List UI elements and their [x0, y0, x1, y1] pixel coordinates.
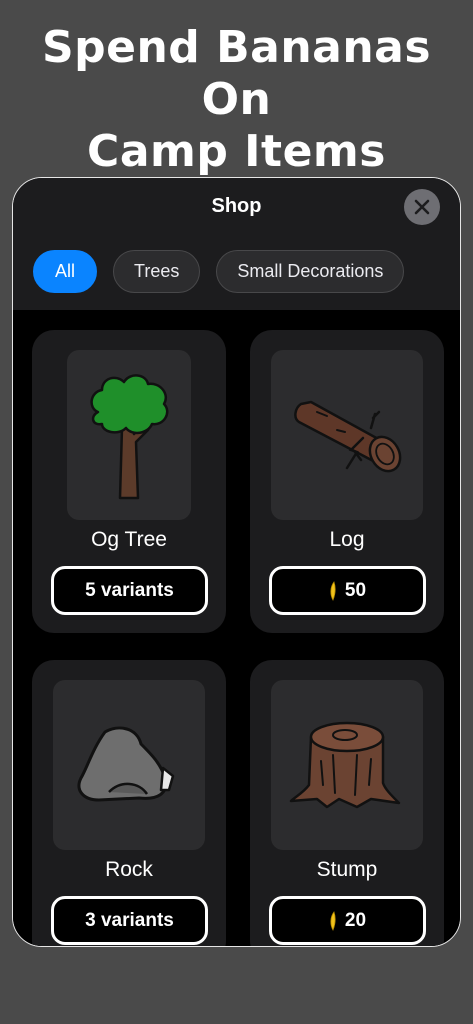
stump-icon [289, 721, 401, 809]
item-thumbnail [67, 350, 191, 520]
item-name: Rock [105, 858, 153, 881]
rock-icon [77, 726, 175, 802]
tab-small-decorations[interactable]: Small Decorations [216, 250, 405, 293]
close-button[interactable] [404, 189, 440, 225]
item-name: Og Tree [91, 528, 167, 551]
shop-title: Shop [211, 195, 262, 217]
tree-icon [90, 374, 169, 500]
shop-sheet: Shop All Trees Small Decorations Og Tree… [12, 177, 461, 947]
promo-headline: Spend Bananas On Camp Items [0, 22, 473, 178]
shop-header: Shop All Trees Small Decorations [13, 178, 460, 310]
item-card-stump[interactable]: Stump 20 [250, 660, 444, 946]
price-label: 20 [344, 909, 367, 931]
item-thumbnail [53, 680, 205, 850]
log-icon [294, 400, 402, 473]
item-thumbnail [271, 350, 423, 520]
item-card-og-tree[interactable]: Og Tree 5 variants [32, 330, 226, 633]
item-grid: Og Tree 5 variants Log 50 Rock 3 variant… [13, 310, 460, 946]
headline-line-2: Camp Items [87, 126, 386, 177]
close-x-icon [414, 199, 430, 215]
tab-trees[interactable]: Trees [113, 250, 201, 293]
category-tabs: All Trees Small Decorations [33, 250, 405, 293]
headline-line-1: Spend Bananas On [41, 22, 432, 125]
item-name: Log [329, 528, 365, 551]
item-name: Stump [316, 858, 378, 881]
item-card-log[interactable]: Log 50 [250, 330, 444, 633]
variants-button[interactable]: 5 variants [51, 566, 208, 615]
banana-icon [330, 910, 336, 931]
price-label: 50 [344, 579, 367, 601]
buy-button[interactable]: 20 [269, 896, 426, 945]
tab-all[interactable]: All [33, 250, 98, 293]
item-thumbnail [271, 680, 423, 850]
item-card-rock[interactable]: Rock 3 variants [32, 660, 226, 946]
buy-button[interactable]: 50 [269, 566, 426, 615]
price-label: 3 variants [85, 909, 174, 931]
banana-icon [330, 580, 336, 601]
variants-button[interactable]: 3 variants [51, 896, 208, 945]
price-label: 5 variants [85, 579, 174, 601]
